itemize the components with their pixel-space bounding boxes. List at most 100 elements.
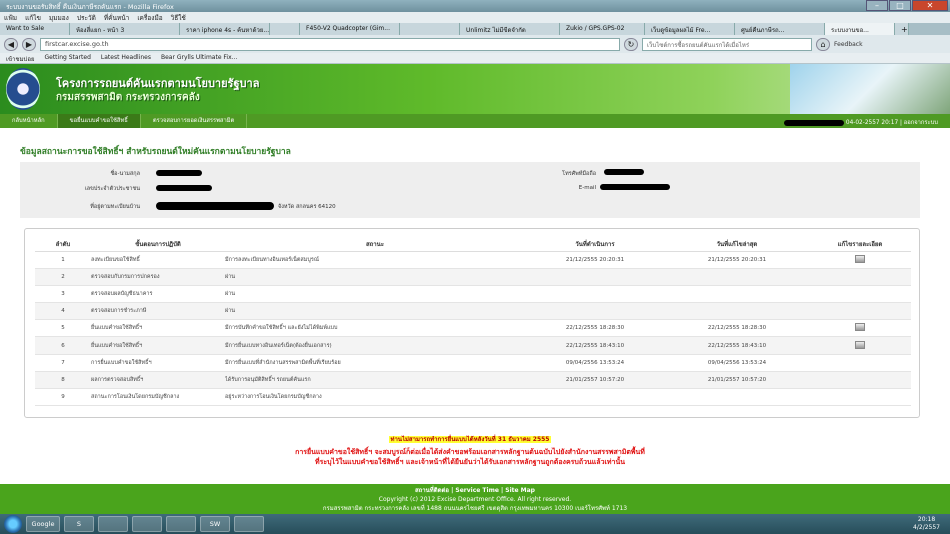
menu-item[interactable]: เครื่องมือ (137, 13, 162, 22)
menu-item[interactable]: แฟ้ม (4, 13, 17, 22)
address-label: ที่อยู่ตามทะเบียนบ้าน (90, 204, 140, 210)
cell-no: 7 (35, 354, 91, 372)
browser-tab[interactable] (270, 23, 300, 35)
cell-status: อยู่ระหว่างการโอนเงินโดยกรมบัญชีกลาง (225, 388, 525, 407)
browser-tab[interactable]: ระบบงานขอ... (825, 23, 895, 35)
window-title: ระบบงานขอรับสิทธิ์ คืนเงินภาษีรถคันแรก -… (6, 3, 174, 11)
completion-notice: การยื่นแบบคำขอใช้สิทธิ์ฯ จะสมบูรณ์ก็ต่อเ… (20, 447, 920, 467)
menu-item[interactable]: วิธีใช้ (171, 13, 186, 22)
email-label: E-mail (578, 185, 596, 191)
minimize-icon[interactable]: – (866, 0, 888, 11)
site-subtitle: กรมสรรพสามิต กระทรวงการคลัง (56, 92, 200, 103)
cell-edit (809, 285, 911, 304)
document-icon[interactable] (855, 254, 865, 263)
footer-copyright: Copyright (c) 2012 Excise Department Off… (378, 496, 572, 503)
taskbar-app-button[interactable]: SW (200, 516, 230, 532)
taskbar-app-button[interactable]: Google (26, 516, 60, 532)
cell-date (525, 388, 665, 407)
bookmarks-bar: เข้าชมบ่อย Getting Started Latest Headline… (0, 53, 950, 64)
site-menu: กลับหน้าหลัก ขอยื่นแบบคำขอใช้สิทธิ์ ตรวจ… (0, 114, 950, 128)
cell-updated: 22/12/2555 18:28:30 (665, 319, 809, 338)
url-input[interactable]: firstcar.excise.go.th (40, 37, 620, 51)
completion-notice-line2: ที่ระบุไว้ในแบบคำขอใช้สิทธิ์ฯ และเจ้าหน้… (314, 458, 626, 466)
browser-tab[interactable]: F450-V2 Quadcopter (Gim... (300, 23, 400, 35)
cell-updated (665, 388, 809, 407)
browser-tab[interactable]: Want to Sale (0, 23, 70, 35)
cell-step: ตรวจสอบผลบัญชีธนาคาร (91, 285, 225, 304)
cell-status: ผ่าน (225, 302, 525, 321)
browser-tab[interactable]: ห้องสี่แยก - หน้า 3 (70, 23, 180, 35)
document-icon[interactable] (855, 323, 865, 332)
menu-item[interactable]: แก้ไข (25, 13, 41, 22)
redacted-email (600, 184, 670, 190)
bookmark-item[interactable]: Latest Headlines (101, 54, 151, 62)
forward-icon[interactable]: ▶ (22, 37, 36, 51)
cell-date (525, 285, 665, 304)
bookmark-item[interactable]: Bear Grylls Ultimate Fix... (161, 54, 237, 62)
footer-links[interactable]: สถานที่ติดต่อ | Service Time | Site Map (0, 486, 950, 495)
col-header-updated: วันที่แก้ไขล่าสุด (665, 237, 809, 252)
cell-date: 09/04/2556 13:53:24 (525, 354, 665, 372)
main-content: ข้อมูลสถานะการขอใช้สิทธิ์ฯ สำหรับรถยนต์ใ… (20, 136, 920, 506)
window-title-bar: ระบบงานขอรับสิทธิ์ คืนเงินภาษีรถคันแรก -… (0, 0, 950, 12)
phone-label: โทรศัพท์มือถือ (562, 171, 596, 177)
table-row: 3 ตรวจสอบผลบัญชีธนาคาร ผ่าน (35, 285, 911, 304)
excise-logo-icon (6, 68, 40, 110)
maximize-icon[interactable]: □ (889, 0, 911, 11)
redacted-username (784, 119, 845, 126)
new-tab-icon[interactable]: + (895, 23, 909, 35)
search-input[interactable]: เว็บไซต์การซื้อรถยนต์คันแรกได้เมื่อไหร่ (642, 37, 812, 51)
web-page: โครงการรถยนต์คันแรกตามนโยบายรัฐบาล กรมสร… (0, 64, 950, 514)
cell-no: 5 (35, 319, 91, 338)
browser-tab[interactable]: Zukio / GPS.GPS-02 (560, 23, 645, 35)
cell-no: 8 (35, 371, 91, 390)
cell-status: มีการยื่นแบบทางอินเทอร์เน็ต(ต้องยื่นเอกส… (225, 336, 525, 355)
document-icon[interactable] (855, 340, 865, 349)
browser-tab[interactable]: เว็บดูข้อมูลผลไม้ Fre... (645, 23, 735, 35)
close-icon[interactable]: ✕ (912, 0, 948, 11)
cell-updated (665, 268, 809, 286)
browser-tab[interactable]: ราคา iphone 4s - ค้นหาด้วย... (180, 23, 270, 35)
cell-updated (665, 302, 809, 321)
cell-edit (809, 354, 911, 372)
bookmark-item[interactable]: Getting Started (44, 54, 90, 62)
menu-item[interactable]: ที่คั่นหน้า (104, 13, 129, 22)
menu-home[interactable]: กลับหน้าหลัก (0, 114, 58, 128)
taskbar-app-button[interactable] (166, 516, 196, 532)
table-row: 9 สถานะการโอนเงินโดยกรมบัญชีกลาง อยู่ระหว่… (35, 388, 911, 407)
menu-check-balance[interactable]: ตรวจสอบการยอดเงินสรรพสามิต (141, 114, 248, 128)
id-card-label: เลขประจำตัวประชาชน (84, 186, 140, 192)
cell-no: 4 (35, 302, 91, 321)
menu-item[interactable]: ประวัติ (77, 13, 96, 22)
redacted-phone (604, 169, 644, 175)
cell-edit (809, 251, 911, 269)
bookmark-item[interactable]: เข้าชมบ่อย (6, 54, 34, 63)
login-info-text[interactable]: 04-02-2557 20:17 | ออกจากระบบ (846, 120, 938, 126)
cell-no: 3 (35, 285, 91, 304)
browser-tab[interactable]: ศูนย์คืนภาษีรถ... (735, 23, 825, 35)
cell-step: ลงทะเบียนขอใช้สิทธิ์ (91, 251, 225, 269)
table-row: 7 การยื่นแบบคำขอใช้สิทธิ์ฯ มีการยื่นแบบที่… (35, 354, 911, 372)
cell-status: ได้รับการอนุมัติสิทธิ์ฯ รถยนต์คันแรก (225, 371, 525, 390)
taskbar-clock[interactable]: 20:18 4/2/2557 (913, 516, 940, 532)
cell-date (525, 268, 665, 286)
cell-edit (809, 268, 911, 286)
menu-item[interactable]: มุมมอง (49, 13, 69, 22)
browser-tab[interactable] (400, 23, 460, 35)
feedback-link[interactable]: Feedback (834, 41, 863, 48)
menu-apply[interactable]: ขอยื่นแบบคำขอใช้สิทธิ์ (57, 114, 141, 128)
taskbar-app-button[interactable] (234, 516, 264, 532)
reload-icon[interactable]: ↻ (624, 37, 638, 51)
footer-address: กรมสรรพสามิต กระทรวงการคลัง เลขที่ 1488 … (322, 505, 628, 512)
start-button[interactable] (4, 515, 22, 533)
cell-date: 21/01/2557 10:57:20 (525, 371, 665, 390)
back-icon[interactable]: ◀ (4, 37, 18, 51)
home-icon[interactable]: ⌂ (816, 37, 830, 51)
cell-no: 6 (35, 336, 91, 355)
cell-step: สถานะการโอนเงินโดยกรมบัญชีกลาง (91, 388, 225, 407)
browser-tab[interactable]: Unlimitz ไม่มีขีดจำกัด (460, 23, 560, 35)
taskbar-app-button[interactable] (98, 516, 128, 532)
taskbar-app-button[interactable]: S (64, 516, 94, 532)
redacted-address (156, 202, 274, 210)
taskbar-app-button[interactable] (132, 516, 162, 532)
